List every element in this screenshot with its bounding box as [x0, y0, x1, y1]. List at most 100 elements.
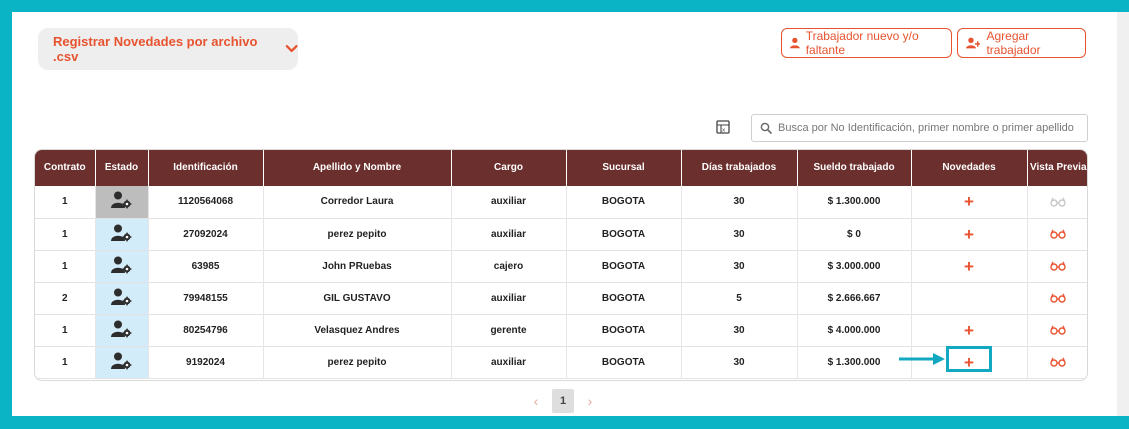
cell-nombre: GIL GUSTAVO	[263, 282, 452, 314]
cell-cargo: auxiliar	[451, 346, 567, 378]
cell-novedades: +	[911, 250, 1028, 282]
cell-dias: 5	[681, 282, 798, 314]
cell-novedades	[911, 282, 1028, 314]
cell-dias: 30	[681, 346, 798, 378]
glasses-icon[interactable]	[1050, 293, 1066, 303]
cell-estado[interactable]	[95, 186, 149, 218]
cell-sueldo: $ 3.000.000	[797, 250, 912, 282]
cell-identificacion: 79948155	[148, 282, 264, 314]
workers-table: Contrato Estado Identificación Apellido …	[34, 149, 1088, 381]
chevron-down-icon	[285, 45, 298, 53]
cell-nombre: Velasquez Andres	[263, 314, 452, 346]
cell-dias: 30	[681, 218, 798, 250]
col-header-cargo: Cargo	[451, 150, 567, 186]
cell-sucursal: BOGOTA	[566, 282, 682, 314]
cell-novedades: +	[911, 186, 1028, 218]
user-gear-icon	[110, 191, 131, 209]
search-icon	[760, 122, 772, 134]
cell-vista-previa	[1027, 314, 1087, 346]
cell-contrato: 1	[35, 346, 96, 378]
user-gear-icon	[110, 352, 131, 369]
cell-nombre: John PRuebas	[263, 250, 452, 282]
cell-novedades: +	[911, 218, 1028, 250]
table-row: 1 27092024 perez pepito auxiliar BOGOTA 30 $ 0…	[35, 218, 1087, 250]
cell-dias: 30	[681, 186, 798, 218]
add-worker-label: Agregar trabajador	[986, 29, 1041, 57]
cell-identificacion: 80254796	[148, 314, 264, 346]
cell-cargo: auxiliar	[451, 282, 567, 314]
cell-dias: 30	[681, 250, 798, 282]
cell-sueldo: $ 4.000.000	[797, 314, 912, 346]
cell-identificacion: 9192024	[148, 346, 264, 378]
cell-sucursal: BOGOTA	[566, 250, 682, 282]
cell-estado[interactable]	[95, 250, 149, 282]
add-novedad-button[interactable]: +	[964, 321, 974, 340]
cell-cargo: cajero	[451, 250, 567, 282]
cell-estado[interactable]	[95, 314, 149, 346]
add-novedad-button[interactable]: +	[964, 257, 974, 276]
glasses-icon[interactable]	[1050, 229, 1066, 239]
glasses-icon[interactable]	[1050, 357, 1066, 367]
cell-sueldo: $ 2.666.667	[797, 282, 912, 314]
table-header-row: Contrato Estado Identificación Apellido …	[35, 150, 1087, 186]
glasses-icon[interactable]	[1050, 261, 1066, 271]
col-header-vista-previa: Vista Previa	[1029, 162, 1087, 173]
col-header-novedades: Novedades	[911, 150, 1028, 186]
table-row: 1 80254796 Velasquez Andres gerente BOGOTA 30…	[35, 314, 1087, 346]
cell-sucursal: BOGOTA	[566, 186, 682, 218]
search-input[interactable]	[778, 122, 1078, 134]
pagination: ‹ 1 ›	[530, 388, 620, 414]
col-header-identificacion: Identificación	[148, 150, 264, 186]
cell-sueldo: $ 0	[797, 218, 912, 250]
cell-vista-previa	[1027, 250, 1087, 282]
user-gear-icon	[110, 288, 131, 305]
glasses-icon[interactable]	[1050, 197, 1066, 207]
new-worker-button[interactable]: Trabajador nuevo y/o faltante	[781, 28, 952, 58]
cell-cargo: auxiliar	[451, 218, 567, 250]
cell-sueldo: $ 1.300.000	[797, 186, 912, 218]
user-gear-icon	[110, 224, 131, 241]
cell-nombre: perez pepito	[263, 346, 452, 378]
cell-estado[interactable]	[95, 346, 149, 378]
next-page-button[interactable]: ›	[584, 393, 596, 409]
table-row: 2 79948155 GIL GUSTAVO auxiliar BOGOTA 5 $ 2.6…	[35, 282, 1087, 314]
cell-novedades: +	[911, 314, 1028, 346]
search-box[interactable]	[751, 114, 1088, 142]
arrow-right-icon	[899, 353, 945, 365]
cell-estado[interactable]	[95, 218, 149, 250]
col-header-sucursal: Sucursal	[566, 150, 682, 186]
user-gear-icon	[110, 256, 131, 273]
cell-identificacion: 63985	[148, 250, 264, 282]
user-plus-icon	[966, 37, 981, 49]
col-header-contrato: Contrato	[35, 150, 96, 186]
new-worker-label: Trabajador nuevo y/o faltante	[805, 29, 919, 57]
cell-cargo: gerente	[451, 314, 567, 346]
prev-page-button[interactable]: ‹	[530, 393, 542, 409]
csv-upload-toggle[interactable]: Registrar Novedades por archivo .csv	[38, 28, 298, 70]
col-header-nombre: Apellido y Nombre	[263, 150, 452, 186]
glasses-icon[interactable]	[1050, 325, 1066, 335]
col-header-sueldo: Sueldo trabajado	[797, 150, 912, 186]
cell-estado[interactable]	[95, 282, 149, 314]
add-novedad-button[interactable]: +	[964, 225, 974, 244]
cell-vista-previa	[1027, 186, 1087, 218]
cell-contrato: 1	[35, 314, 96, 346]
cell-identificacion: 1120564068	[148, 186, 264, 218]
cell-sucursal: BOGOTA	[566, 314, 682, 346]
add-novedad-button[interactable]: +	[964, 192, 974, 211]
csv-upload-label: Registrar Novedades por archivo .csv	[53, 34, 258, 64]
cell-identificacion: 27092024	[148, 218, 264, 250]
cell-contrato: 2	[35, 282, 96, 314]
add-worker-button[interactable]: Agregar trabajador	[957, 28, 1086, 58]
cell-contrato: 1	[35, 218, 96, 250]
excel-icon[interactable]: x	[716, 120, 730, 134]
cell-contrato: 1	[35, 186, 96, 218]
cell-vista-previa	[1027, 282, 1087, 314]
cell-sucursal: BOGOTA	[566, 218, 682, 250]
cell-nombre: perez pepito	[263, 218, 452, 250]
table-row: 1 63985 John PRuebas cajero BOGOTA 30 $ 3.000.…	[35, 250, 1087, 282]
col-header-estado: Estado	[95, 150, 149, 186]
scrollbar[interactable]	[1117, 12, 1129, 416]
cell-vista-previa	[1027, 346, 1087, 378]
page-1-button[interactable]: 1	[552, 389, 574, 413]
